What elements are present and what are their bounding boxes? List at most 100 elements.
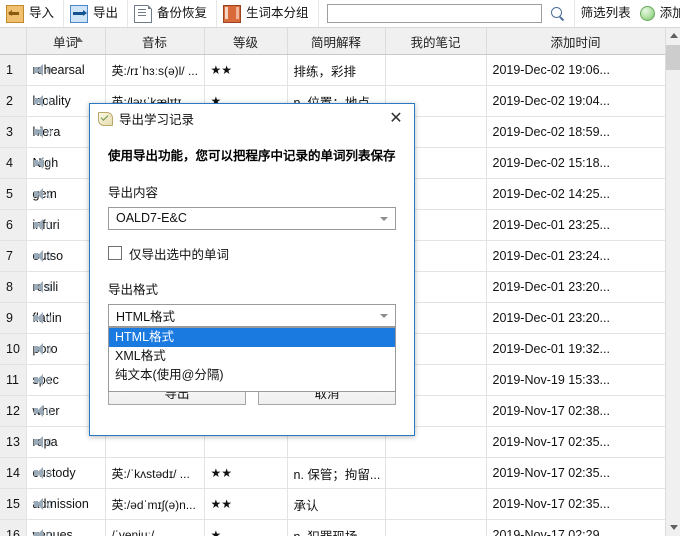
dropdown-option[interactable]: XML格式 [109, 347, 395, 366]
export-selected-only-checkbox-row[interactable]: 仅导出选中的单词 [108, 244, 396, 263]
row-index: 5 [0, 178, 27, 210]
export-selected-only-checkbox[interactable] [108, 246, 122, 260]
speaker-icon[interactable] [33, 529, 51, 536]
toolbar-button-import-label: 导入 [29, 5, 55, 20]
cell-meaning: 排练，彩排 [287, 54, 386, 86]
table-header-row: 单词 音标 等级 简明解释 我的笔记 添加时间 [0, 28, 666, 55]
export-format-dropdown-list: HTML格式 XML格式 纯文本(使用@分隔) [108, 326, 396, 392]
speaker-icon[interactable] [33, 188, 51, 200]
row-index: 16 [0, 519, 27, 536]
cell-time: 2019-Nov-17 02:35... [486, 457, 666, 489]
row-index: 7 [0, 240, 27, 272]
export-format-value: HTML格式 [116, 309, 176, 324]
close-icon[interactable]: ✕ [386, 108, 406, 128]
cell-note [385, 54, 487, 86]
cell-phonetic: /ˈvenjuː/ [105, 519, 205, 536]
vertical-scrollbar[interactable] [665, 28, 680, 536]
toolbar-button-backup-restore[interactable]: 备份恢复 [128, 0, 218, 27]
toolbar-button-filter-list-label: 筛选列表 [580, 5, 631, 20]
cell-phonetic: 英:/ˈkʌstədɪ/ ... [105, 457, 205, 489]
speaker-icon[interactable] [33, 219, 51, 231]
toolbar-button-filter-list[interactable]: 筛选列表 [575, 0, 640, 27]
cell-time: 2019-Nov-19 15:33... [486, 364, 666, 396]
speaker-icon[interactable] [33, 157, 51, 169]
dialog-description: 使用导出功能，您可以把程序中记录的单词列表保存 [108, 149, 396, 163]
word-notebook-window: 导入 导出 备份恢复 生词本分组 筛选列表 添加 » [0, 0, 680, 536]
cell-level: ★★ [204, 457, 288, 489]
table-row[interactable]: 15 admission 英:/ədˈmɪʃ(ə)n... ★★ 承认 2019-Nov-… [0, 488, 666, 520]
cell-note [385, 519, 487, 536]
cell-note [385, 457, 487, 489]
cell-meaning: 承认 [287, 488, 386, 520]
row-index: 15 [0, 488, 27, 520]
dropdown-option[interactable]: 纯文本(使用@分隔) [109, 366, 395, 385]
chevron-down-icon [380, 216, 388, 221]
scrollbar-thumb[interactable] [666, 45, 680, 70]
dialog-body: 使用导出功能，您可以把程序中记录的单词列表保存 导出内容 OALD7-E&C 仅… [90, 132, 414, 392]
speaker-icon[interactable] [33, 64, 51, 76]
cell-time: 2019-Dec-01 23:24... [486, 240, 666, 272]
speaker-icon[interactable] [33, 374, 51, 386]
search-input[interactable] [326, 4, 542, 23]
toolbar-button-notebook-group-label: 生词本分组 [246, 5, 309, 20]
row-index: 3 [0, 116, 27, 148]
cell-phonetic: 英:/ədˈmɪʃ(ə)n... [105, 488, 205, 520]
export-content-select[interactable]: OALD7-E&C [108, 206, 396, 230]
table-row[interactable]: 16venues/ˈvenjuː/★n. 犯罪现场，... 2019-Nov-17… [0, 519, 666, 536]
toolbar-button-add-label: 添加 [659, 5, 680, 20]
row-index: 13 [0, 426, 27, 458]
speaker-icon[interactable] [33, 343, 51, 355]
column-header-word[interactable]: 单词 [26, 28, 106, 55]
column-header-level[interactable]: 等级 [204, 28, 288, 55]
toolbar-button-export[interactable]: 导出 [64, 0, 129, 27]
table-row[interactable]: 14 custody 英:/ˈkʌstədɪ/ ... ★★ n. 保管；拘留... 20… [0, 457, 666, 489]
cell-word: admission [26, 488, 106, 520]
cell-time: 2019-Dec-02 18:59... [486, 116, 666, 148]
cell-time: 2019-Nov-17 02:29... [486, 519, 666, 536]
notebook-group-icon [223, 4, 242, 23]
export-format-select[interactable]: HTML格式 [108, 303, 396, 327]
speaker-icon[interactable] [33, 281, 51, 293]
scrollbar-track[interactable] [666, 70, 680, 520]
dropdown-option-clipped[interactable] [109, 385, 395, 391]
speaker-icon[interactable] [33, 312, 51, 324]
speaker-icon[interactable] [33, 250, 51, 262]
column-header-phonetic[interactable]: 音标 [105, 28, 205, 55]
dropdown-option[interactable]: HTML格式 [109, 327, 395, 347]
speaker-icon[interactable] [33, 126, 51, 138]
export-format-label: 导出格式 [108, 282, 159, 297]
toolbar-button-notebook-group[interactable]: 生词本分组 [217, 0, 319, 27]
cell-note [385, 488, 487, 520]
toolbar-button-add[interactable]: 添加 [639, 0, 680, 27]
export-format-combo-wrapper: HTML格式 HTML格式 XML格式 纯文本(使用@分隔) [108, 303, 396, 392]
scroll-down-button[interactable] [666, 520, 680, 536]
scroll-up-button[interactable] [666, 28, 680, 44]
cell-time: 2019-Dec-01 23:20... [486, 302, 666, 334]
green-circle-icon [639, 6, 655, 21]
speaker-icon[interactable] [33, 405, 51, 417]
cell-level: ★★ [204, 488, 288, 520]
row-index: 12 [0, 395, 27, 427]
speaker-icon[interactable] [33, 498, 51, 510]
speaker-icon[interactable] [33, 467, 51, 479]
cell-time: 2019-Nov-17 02:35... [486, 426, 666, 458]
cell-time: 2019-Dec-01 19:32... [486, 333, 666, 365]
cell-level: ★ [204, 519, 288, 536]
row-index: 14 [0, 457, 27, 489]
table-row[interactable]: 1 rehearsal 英:/rɪˈhɜːs(ə)l/ ... ★★ 排练，彩排 2019… [0, 54, 666, 86]
speaker-icon[interactable] [33, 436, 51, 448]
column-header-index[interactable] [0, 28, 27, 55]
cell-time: 2019-Nov-17 02:35... [486, 488, 666, 520]
column-header-meaning[interactable]: 简明解释 [287, 28, 386, 55]
cell-time: 2019-Dec-01 23:25... [486, 209, 666, 241]
speaker-icon[interactable] [33, 95, 51, 107]
row-index: 11 [0, 364, 27, 396]
row-index: 4 [0, 147, 27, 179]
cell-level: ★★ [204, 54, 288, 86]
column-header-note[interactable]: 我的笔记 [385, 28, 487, 55]
export-content-label: 导出内容 [108, 185, 159, 200]
search-icon[interactable] [550, 6, 566, 22]
toolbar-button-import[interactable]: 导入 [0, 0, 65, 27]
export-dialog: 导出学习记录 ✕ 使用导出功能，您可以把程序中记录的单词列表保存 导出内容 OA… [89, 103, 415, 436]
column-header-time[interactable]: 添加时间 [486, 28, 666, 55]
